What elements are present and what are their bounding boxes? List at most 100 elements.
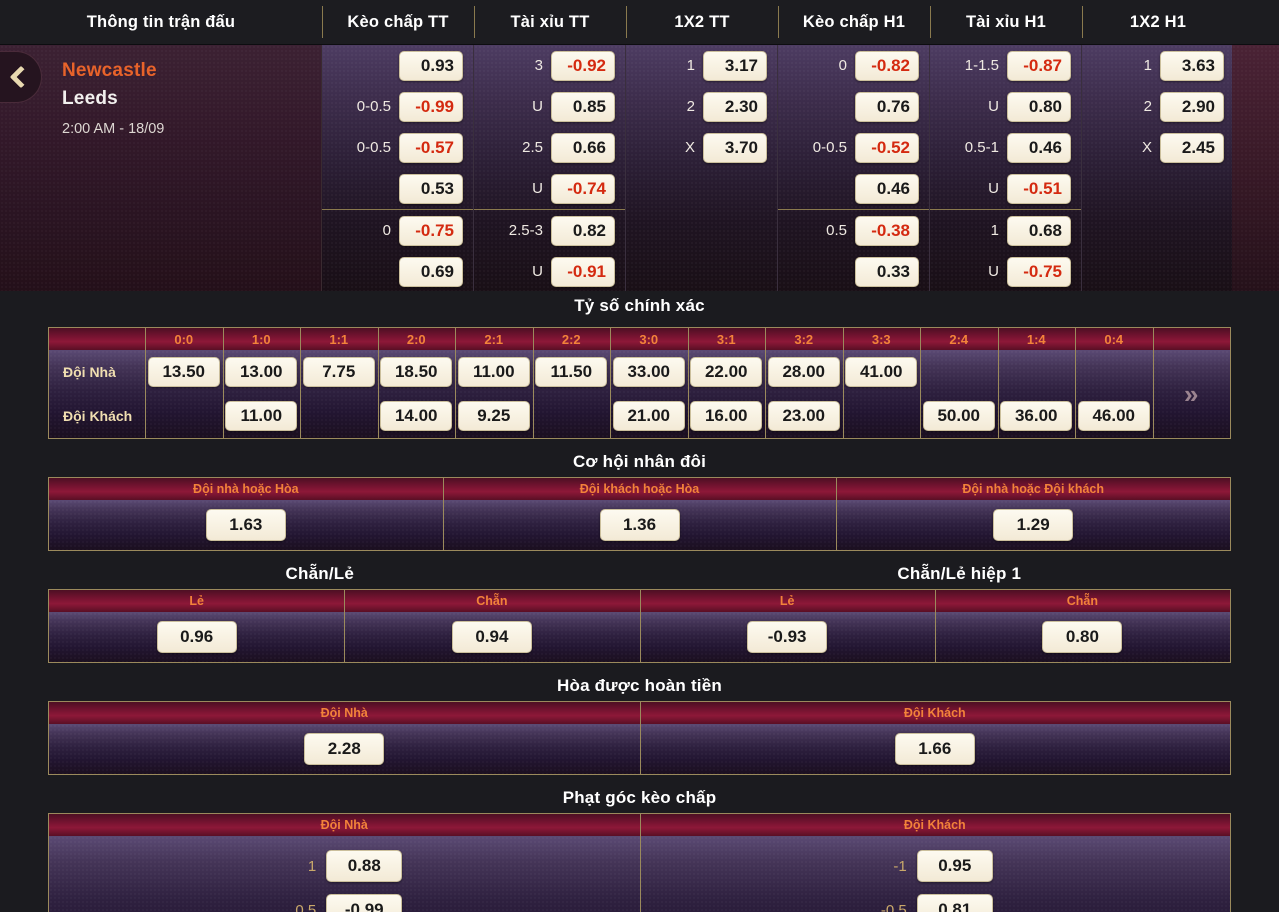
odds-button[interactable]: 0.66 — [551, 132, 615, 163]
correct-score-more-body[interactable]: » — [1152, 350, 1230, 438]
correct-score-cells: 50.00 — [920, 350, 998, 438]
odds-button[interactable]: -0.92 — [551, 50, 615, 81]
correct-score-odds-button[interactable]: 36.00 — [1000, 401, 1073, 431]
double-chance-title: Cơ hội nhân đôi — [572, 452, 707, 471]
correct-score-odds-button[interactable]: 23.00 — [767, 401, 840, 431]
double-chance-wrap: Đội nhà hoặc Hòa Đội khách hoặc Hòa Đội nh… — [0, 477, 1279, 551]
handicap-label: U — [532, 98, 543, 115]
corner-handicap-head: Đội Nhà Đội Khách — [49, 814, 1230, 836]
odds-row: U 0.85 — [474, 86, 625, 127]
correct-score-odds-button[interactable]: 21.00 — [612, 401, 685, 431]
corner-handicap-odds-button[interactable]: 0.81 — [916, 894, 993, 912]
odd-even-cell: 0.96 — [49, 612, 345, 662]
odds-button[interactable]: 0.69 — [399, 256, 463, 287]
correct-score-odds-button[interactable]: 46.00 — [1077, 401, 1150, 431]
correct-score-odds-button[interactable]: 13.00 — [225, 357, 298, 387]
odds-button[interactable]: 0.85 — [551, 91, 615, 122]
correct-score-odds-button[interactable]: 16.00 — [690, 401, 763, 431]
correct-score-odds-button[interactable]: 13.50 — [147, 357, 220, 387]
odds-button[interactable]: -0.82 — [855, 50, 919, 81]
odds-button[interactable]: 2.45 — [1160, 132, 1224, 163]
draw-no-bet-body: 2.28 1.66 — [49, 724, 1230, 774]
correct-score-wrap: Đội Nhà Đội Khách 0:0 13.50 1:0 13.00 11.00 1:1… — [0, 321, 1279, 447]
corner-handicap-row: -1 0.95 — [640, 844, 1231, 888]
corner-handicap-odds-button[interactable]: 0.88 — [326, 850, 403, 882]
handicap-label: 3 — [534, 57, 543, 74]
odds-button[interactable]: 3.17 — [703, 50, 767, 81]
correct-score-odds-button[interactable]: 14.00 — [380, 401, 453, 431]
corner-handicap-odds-button[interactable]: 0.95 — [916, 850, 993, 882]
odd-even-odds-button[interactable]: 0.80 — [1042, 621, 1123, 653]
correct-score-odds-button[interactable]: 9.25 — [457, 401, 530, 431]
double-chevron-right-icon[interactable]: » — [1184, 381, 1198, 407]
odds-button[interactable]: -0.51 — [1007, 173, 1071, 204]
odd-even-odds-button[interactable]: 0.94 — [451, 621, 532, 653]
odds-button[interactable]: 0.33 — [855, 256, 919, 287]
odds-button[interactable]: -0.38 — [855, 215, 919, 246]
odds-button[interactable]: 0.53 — [399, 173, 463, 204]
correct-score-header: 3:0 — [610, 328, 688, 350]
draw-no-bet-head: Đội Nhà Đội Khách — [49, 702, 1230, 724]
odds-button[interactable]: 0.82 — [551, 215, 615, 246]
double-chance-odds-button[interactable]: 1.29 — [993, 509, 1074, 541]
correct-score-label-body: Đội Nhà Đội Khách — [49, 350, 145, 438]
handicap-label: 2.5-3 — [508, 222, 543, 239]
correct-score-odds-button[interactable]: 28.00 — [767, 357, 840, 387]
correct-score-odds-button[interactable]: 22.00 — [690, 357, 763, 387]
correct-score-header: 3:1 — [687, 328, 765, 350]
draw-no-bet-odds-button[interactable]: 1.66 — [894, 733, 975, 765]
odds-button[interactable]: 0.68 — [1007, 215, 1071, 246]
double-chance-odds-button[interactable]: 1.36 — [599, 509, 680, 541]
odds-button[interactable]: -0.87 — [1007, 50, 1071, 81]
correct-score-header: 2:2 — [532, 328, 610, 350]
correct-score-odds-button[interactable]: 50.00 — [922, 401, 995, 431]
odds-button[interactable]: 3.70 — [703, 132, 767, 163]
odds-button[interactable]: 3.63 — [1160, 50, 1224, 81]
odds-row: 0-0.5 -0.57 — [322, 127, 473, 168]
odds-button[interactable]: 0.46 — [1007, 132, 1071, 163]
odd-even-odds-button[interactable]: -0.93 — [747, 621, 828, 653]
odds-row: U -0.51 — [930, 168, 1081, 209]
correct-score-column: 3:0 33.00 21.00 — [610, 328, 688, 438]
draw-no-bet-cell: 2.28 — [49, 724, 640, 774]
odds-button[interactable]: 0.93 — [399, 50, 463, 81]
odds-button[interactable]: -0.74 — [551, 173, 615, 204]
draw-no-bet-title-bar: Hòa được hoàn tiền — [0, 671, 1279, 701]
correct-score-column: 3:3 41.00 — [842, 328, 920, 438]
odds-button[interactable]: -0.75 — [399, 215, 463, 246]
odds-row: 0-0.5 -0.52 — [778, 127, 929, 168]
odds-group: 1 0.68 U -0.75 — [930, 209, 1081, 292]
double-chance-odds-button[interactable]: 1.63 — [205, 509, 286, 541]
correct-score-odds-button[interactable]: 7.75 — [302, 357, 375, 387]
odds-button[interactable]: -0.99 — [399, 91, 463, 122]
draw-no-bet-title: Hòa được hoàn tiền — [557, 676, 722, 695]
corner-handicap-title-bar: Phạt góc kèo chấp — [0, 783, 1279, 813]
match-info-panel: Newcastle Leeds 2:00 AM - 18/09 — [0, 45, 322, 291]
correct-score-odds-button[interactable]: 18.50 — [380, 357, 453, 387]
odds-row: U 0.80 — [930, 86, 1081, 127]
correct-score-odds-button[interactable]: 11.00 — [225, 401, 298, 431]
draw-no-bet-odds-button[interactable]: 2.28 — [304, 733, 385, 765]
correct-score-odds-button[interactable]: 41.00 — [845, 357, 918, 387]
odds-button[interactable]: 0.46 — [855, 173, 919, 204]
odd-even-odds-button[interactable]: 0.96 — [156, 621, 237, 653]
correct-score-more-column[interactable]: » — [1152, 328, 1230, 438]
correct-score-odds-button[interactable]: 33.00 — [612, 357, 685, 387]
odds-button[interactable]: 0.80 — [1007, 91, 1071, 122]
right-edge-strip — [1232, 45, 1279, 291]
odds-button[interactable]: 2.90 — [1160, 91, 1224, 122]
correct-score-odds-button[interactable]: 11.00 — [457, 357, 530, 387]
odds-row: 0-0.5 -0.99 — [322, 86, 473, 127]
odds-button[interactable]: -0.75 — [1007, 256, 1071, 287]
correct-score-cells: 7.75 — [300, 350, 378, 438]
odds-button[interactable]: -0.52 — [855, 132, 919, 163]
correct-score-header: 1:1 — [300, 328, 378, 350]
correct-score-empty-cell — [535, 401, 607, 431]
correct-score-odds-button[interactable]: 11.50 — [535, 357, 608, 387]
odds-button[interactable]: 0.76 — [855, 91, 919, 122]
odds-button[interactable]: -0.91 — [551, 256, 615, 287]
correct-score-cells: 22.00 16.00 — [687, 350, 765, 438]
odds-button[interactable]: 2.30 — [703, 91, 767, 122]
odds-button[interactable]: -0.57 — [399, 132, 463, 163]
corner-handicap-odds-button[interactable]: -0.99 — [326, 894, 403, 912]
